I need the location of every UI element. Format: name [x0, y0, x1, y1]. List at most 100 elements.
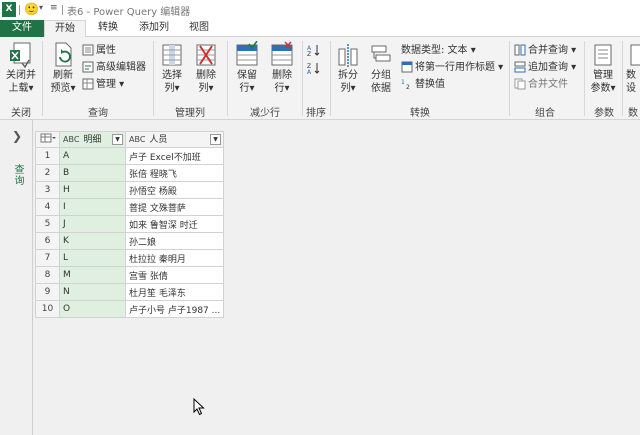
advanced-editor-button[interactable]: 高级编辑器: [82, 60, 146, 76]
table-icon: [40, 133, 56, 143]
use-first-row-label: 将第一行用作标题 ▾: [415, 62, 504, 73]
cell-mingxi[interactable]: I: [59, 198, 126, 216]
advanced-editor-icon: [82, 61, 94, 73]
cell-renyuan[interactable]: 杜拉拉 秦明月: [125, 249, 224, 267]
tab-file[interactable]: 文件: [0, 20, 44, 37]
close-and-load-button[interactable]: 关闭并 上载▾: [3, 41, 39, 95]
replace-values-button[interactable]: 1 2 替换值: [401, 77, 445, 93]
row-number[interactable]: 1: [35, 147, 60, 165]
merge-queries-button[interactable]: 合并查询 ▾: [514, 43, 576, 59]
group-by-button[interactable]: 分组 依据: [367, 41, 395, 95]
grid-header-row: ABC 明细 ▼ ABC 人员 ▼: [35, 131, 224, 148]
row-number[interactable]: 4: [35, 198, 60, 216]
refresh-preview-button[interactable]: 刷新 预览▾: [46, 41, 80, 95]
cell-mingxi[interactable]: K: [59, 232, 126, 250]
cell-mingxi[interactable]: H: [59, 181, 126, 199]
row-number[interactable]: 3: [35, 181, 60, 199]
expand-queries-pane-icon[interactable]: ❯: [12, 129, 22, 143]
group-separator: [42, 41, 43, 116]
manage-query-button[interactable]: 管理 ▾: [82, 77, 124, 93]
remove-columns-button[interactable]: 删除 列▾: [191, 41, 221, 95]
split-column-label: 拆分 列▾: [338, 70, 358, 94]
column-filter-dropdown-icon[interactable]: ▼: [210, 133, 221, 145]
manage-table-icon: [82, 78, 94, 90]
use-first-row-as-headers-button[interactable]: 将第一行用作标题 ▾: [401, 60, 503, 76]
queries-pane-label: 查询: [12, 164, 23, 186]
properties-button[interactable]: 属性: [82, 43, 116, 59]
row-number[interactable]: 8: [35, 266, 60, 284]
tab-transform[interactable]: 转换: [94, 20, 122, 37]
tab-add-column[interactable]: 添加列: [135, 20, 173, 37]
text-type-icon[interactable]: ABC: [129, 135, 145, 144]
cell-mingxi[interactable]: L: [59, 249, 126, 267]
merge-queries-label: 合并查询 ▾: [528, 45, 577, 56]
row-number[interactable]: 10: [35, 300, 60, 318]
cell-renyuan[interactable]: 宫雪 张倩: [125, 266, 224, 284]
group-separator: [584, 41, 585, 116]
column-header-renyuan[interactable]: ABC 人员 ▼: [125, 131, 224, 148]
row-number[interactable]: 7: [35, 249, 60, 267]
cell-mingxi[interactable]: N: [59, 283, 126, 301]
table-row[interactable]: 9 N 杜月笙 毛泽东: [35, 283, 224, 301]
svg-text:A: A: [307, 69, 312, 75]
choose-columns-label: 选择 列▾: [162, 70, 182, 94]
cell-renyuan[interactable]: 卢子小号 卢子1987 ...: [125, 300, 224, 318]
table-row[interactable]: 3 H 孙悟空 杨殿: [35, 181, 224, 199]
cell-renyuan[interactable]: 孙二娘: [125, 232, 224, 250]
table-row[interactable]: 7 L 杜拉拉 秦明月: [35, 249, 224, 267]
column-header-mingxi[interactable]: ABC 明细 ▼: [59, 131, 126, 148]
advanced-editor-label: 高级编辑器: [96, 62, 146, 73]
close-and-load-label: 关闭并 上载▾: [6, 70, 36, 94]
row-number[interactable]: 2: [35, 164, 60, 182]
split-column-button[interactable]: 拆分 列▾: [334, 41, 362, 95]
cell-mingxi[interactable]: M: [59, 266, 126, 284]
row-number[interactable]: 6: [35, 232, 60, 250]
keep-rows-button[interactable]: 保留 行▾: [231, 41, 263, 95]
tab-view[interactable]: 视图: [185, 20, 213, 37]
quick-access-dropdown-icon[interactable]: ▾: [39, 3, 43, 12]
append-queries-button[interactable]: 追加查询 ▾: [514, 60, 576, 76]
table-row[interactable]: 8 M 宫雪 张倩: [35, 266, 224, 284]
table-row[interactable]: 1 A 卢子 Excel不加班: [35, 147, 224, 165]
text-type-icon[interactable]: ABC: [63, 135, 79, 144]
table-row[interactable]: 2 B 张倍 程晓飞: [35, 164, 224, 182]
combine-files-button[interactable]: 合并文件: [514, 77, 568, 93]
ribbon: 关闭并 上载▾ 关闭 刷新 预览▾ 属性 高级编辑器 管理 ▾ 查询 选择 列▾: [0, 37, 640, 120]
title-separator: [62, 5, 63, 15]
table-row[interactable]: 4 I 菩提 文殊菩萨: [35, 198, 224, 216]
cell-mingxi[interactable]: J: [59, 215, 126, 233]
cell-mingxi[interactable]: A: [59, 147, 126, 165]
cell-renyuan[interactable]: 菩提 文殊菩萨: [125, 198, 224, 216]
tab-home[interactable]: 开始: [44, 20, 86, 38]
row-number[interactable]: 5: [35, 215, 60, 233]
customize-quick-access-icon[interactable]: ≡: [50, 3, 58, 13]
data-source-settings-button[interactable]: 数 设: [626, 41, 640, 95]
sort-ascending-button[interactable]: AZ: [307, 43, 323, 59]
cell-renyuan[interactable]: 卢子 Excel不加班: [125, 147, 224, 165]
cell-renyuan[interactable]: 杜月笙 毛泽东: [125, 283, 224, 301]
manage-parameters-button[interactable]: 管理 参数▾: [588, 41, 618, 95]
cell-renyuan[interactable]: 如来 鲁智深 时迁: [125, 215, 224, 233]
remove-rows-button[interactable]: 删除 行▾: [266, 41, 298, 95]
column-filter-dropdown-icon[interactable]: ▼: [112, 133, 123, 145]
append-queries-label: 追加查询 ▾: [528, 62, 577, 73]
table-row[interactable]: 6 K 孙二娘: [35, 232, 224, 250]
window-title: 表6 - Power Query 编辑器: [67, 7, 191, 18]
cell-renyuan[interactable]: 孙悟空 杨殿: [125, 181, 224, 199]
sort-descending-button[interactable]: ZA: [307, 61, 323, 77]
choose-columns-button[interactable]: 选择 列▾: [157, 41, 187, 95]
cell-mingxi[interactable]: B: [59, 164, 126, 182]
replace-values-label: 替换值: [415, 79, 445, 90]
merge-queries-icon: [514, 44, 526, 56]
cell-mingxi[interactable]: O: [59, 300, 126, 318]
table-row[interactable]: 10 O 卢子小号 卢子1987 ...: [35, 300, 224, 318]
manage-parameters-icon: [594, 44, 612, 66]
data-type-label: 数据类型: 文本 ▾: [401, 45, 476, 56]
excel-app-icon: X: [2, 2, 16, 17]
cell-renyuan[interactable]: 张倍 程晓飞: [125, 164, 224, 182]
row-number[interactable]: 9: [35, 283, 60, 301]
smiley-icon[interactable]: 🙂: [24, 1, 39, 17]
data-type-dropdown[interactable]: 数据类型: 文本 ▾: [401, 43, 476, 59]
table-menu-corner[interactable]: [35, 131, 60, 148]
table-row[interactable]: 5 J 如来 鲁智深 时迁: [35, 215, 224, 233]
